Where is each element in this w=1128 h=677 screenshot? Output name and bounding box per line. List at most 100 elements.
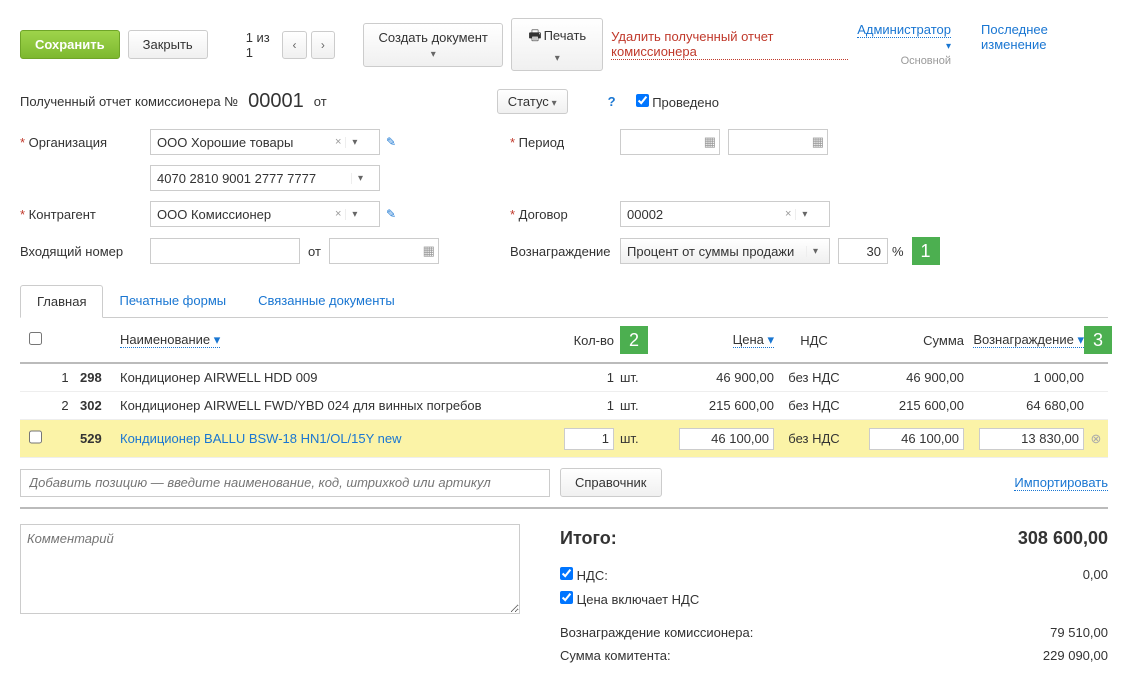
row-price: 215 600,00: [664, 398, 774, 413]
user-role: Основной: [901, 55, 951, 67]
prev-button[interactable]: ‹: [282, 31, 306, 59]
reward-percent[interactable]: [838, 238, 888, 264]
row-idx: 2: [50, 398, 80, 413]
user-block[interactable]: Администратор ▾ Основной: [856, 22, 951, 67]
row-code: 302: [80, 398, 120, 413]
row-unit: шт.: [614, 431, 664, 446]
col-price[interactable]: Цена ▾: [733, 332, 774, 348]
edit-icon[interactable]: ✎: [386, 135, 396, 149]
comm-input[interactable]: [979, 428, 1084, 450]
select-all-checkbox[interactable]: [29, 332, 42, 345]
chevron-down-icon[interactable]: ▾: [345, 209, 363, 220]
row-vat: без НДС: [774, 431, 854, 446]
contractor-label: Контрагент: [20, 207, 150, 222]
tab-print-forms[interactable]: Печатные формы: [103, 285, 242, 317]
contractor-input[interactable]: [151, 207, 331, 222]
import-link[interactable]: Импортировать: [1014, 475, 1108, 491]
committent-label: Сумма комитента:: [560, 648, 948, 663]
chevron-down-icon[interactable]: ▾: [806, 246, 824, 257]
pager: 1 из 1 ‹ ›: [246, 30, 335, 60]
posted-label[interactable]: Проведено: [636, 94, 719, 110]
row-price: 46 900,00: [664, 370, 774, 385]
org-combo[interactable]: × ▾: [150, 129, 380, 155]
toolbar: Сохранить Закрыть 1 из 1 ‹ › Создать док…: [20, 10, 1108, 79]
col-name[interactable]: Наименование ▾: [120, 332, 220, 348]
row-name: Кондиционер AIRWELL HDD 009: [120, 370, 554, 385]
tab-main[interactable]: Главная: [20, 285, 103, 318]
chevron-right-icon: ›: [321, 38, 325, 52]
qty-input[interactable]: [564, 428, 614, 450]
vat-label: НДС:: [577, 568, 608, 583]
vat-checkbox[interactable]: [560, 567, 573, 580]
incoming-number[interactable]: [150, 238, 300, 264]
delete-row-icon[interactable]: ⊗: [1084, 431, 1108, 447]
bottom-section: Итого: 308 600,00 НДС: 0,00 Цена включае…: [20, 507, 1108, 667]
posted-checkbox[interactable]: [636, 94, 649, 107]
row-comm: 1 000,00: [964, 370, 1084, 385]
table-row[interactable]: 2 302 Кондиционер AIRWELL FWD/YBD 024 дл…: [20, 392, 1108, 420]
badge-1: 1: [912, 237, 940, 265]
comment-textarea[interactable]: [20, 524, 520, 614]
reward-type-input[interactable]: [621, 244, 806, 259]
print-button[interactable]: 🖶Печать: [511, 18, 603, 71]
row-comm: 64 680,00: [964, 398, 1084, 413]
save-button[interactable]: Сохранить: [20, 30, 120, 59]
col-sum: Сумма: [854, 333, 964, 348]
row-vat: без НДС: [774, 398, 854, 413]
reward-type-combo[interactable]: ▾: [620, 238, 830, 264]
edit-icon[interactable]: ✎: [386, 207, 396, 221]
commission-label: Вознаграждение комиссионера:: [560, 625, 948, 640]
table-row[interactable]: 1 298 Кондиционер AIRWELL HDD 009 1 шт. …: [20, 364, 1108, 392]
chevron-down-icon[interactable]: ▾: [345, 137, 363, 148]
calendar-icon[interactable]: ▦: [704, 134, 716, 150]
close-button[interactable]: Закрыть: [128, 30, 208, 59]
from-label: от: [314, 94, 327, 109]
contractor-combo[interactable]: × ▾: [150, 201, 380, 227]
chevron-down-icon[interactable]: ▾: [795, 209, 813, 220]
row-qty: 1: [554, 398, 614, 413]
vat-value: 0,00: [948, 567, 1108, 583]
reward-label: Вознаграждение: [510, 244, 620, 259]
create-doc-button[interactable]: Создать документ: [363, 23, 503, 67]
price-input[interactable]: [679, 428, 774, 450]
committent-value: 229 090,00: [948, 648, 1108, 663]
calendar-icon[interactable]: ▦: [423, 243, 435, 259]
row-code: 298: [80, 370, 120, 385]
price-incl-checkbox[interactable]: [560, 591, 573, 604]
table-row-selected[interactable]: 529 Кондиционер BALLU BSW-18 HN1/OL/15Y …: [20, 420, 1108, 458]
contract-input[interactable]: [621, 207, 781, 222]
row-qty: 1: [554, 370, 614, 385]
totals: Итого: 308 600,00 НДС: 0,00 Цена включае…: [560, 524, 1108, 667]
calendar-icon[interactable]: ▦: [812, 134, 824, 150]
sum-input[interactable]: [869, 428, 964, 450]
grid-header: Наименование ▾ Кол-во 2 Цена ▾ НДС Сумма…: [20, 318, 1108, 364]
next-button[interactable]: ›: [311, 31, 335, 59]
directory-button[interactable]: Справочник: [560, 468, 662, 497]
printer-icon: 🖶: [528, 27, 541, 43]
row-code: 529: [80, 431, 120, 446]
org-input[interactable]: [151, 135, 331, 150]
clear-icon[interactable]: ×: [331, 136, 345, 148]
tab-linked[interactable]: Связанные документы: [242, 285, 411, 317]
status-button[interactable]: Статус: [497, 89, 568, 114]
account-input[interactable]: [151, 171, 351, 186]
col-commission[interactable]: Вознаграждение ▾: [973, 332, 1084, 348]
header-right: Администратор ▾ Основной Последнее измен…: [856, 22, 1108, 67]
row-name: Кондиционер AIRWELL FWD/YBD 024 для винн…: [120, 398, 554, 413]
help-icon[interactable]: ?: [608, 94, 616, 109]
col-vat: НДС: [774, 333, 854, 348]
user-name: Администратор: [857, 22, 951, 38]
contract-combo[interactable]: × ▾: [620, 201, 830, 227]
clear-icon[interactable]: ×: [781, 208, 795, 220]
delete-link[interactable]: Удалить полученный отчет комиссионера: [611, 29, 848, 60]
row-checkbox[interactable]: [29, 426, 42, 448]
chevron-down-icon[interactable]: ▾: [351, 173, 369, 184]
total-value: 308 600,00: [948, 528, 1108, 549]
last-change-link[interactable]: Последнее изменение: [981, 22, 1108, 52]
posted-text: Проведено: [652, 95, 719, 110]
chevron-left-icon: ‹: [292, 38, 296, 52]
add-item-input[interactable]: [20, 469, 550, 497]
row-vat: без НДС: [774, 370, 854, 385]
clear-icon[interactable]: ×: [331, 208, 345, 220]
account-combo[interactable]: ▾: [150, 165, 380, 191]
